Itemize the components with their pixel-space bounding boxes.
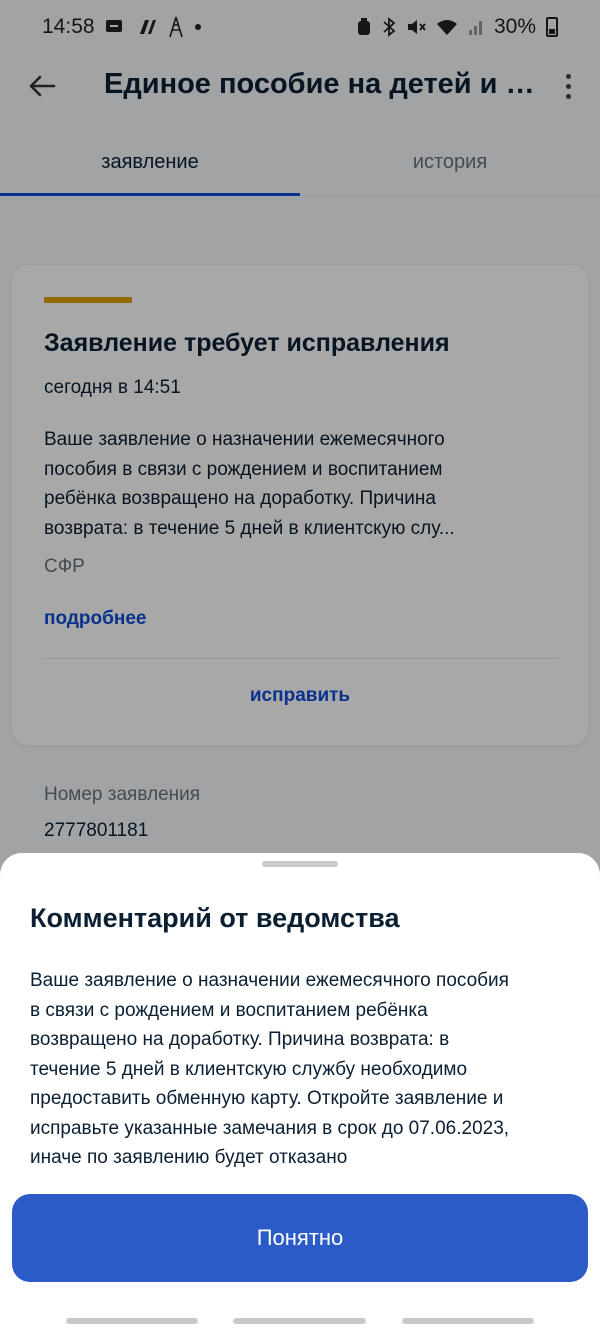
sheet-text-line: исправьте указанные замечания в срок до … [30,1117,510,1139]
ok-button[interactable]: Понятно [12,1194,588,1282]
sheet-comment-text: Ваше заявление о назначении ежемесячного… [30,966,575,1173]
sheet-text-line: в связи с рождением и воспитанием ребёнк… [30,999,428,1021]
nav-home-button[interactable] [233,1318,366,1324]
nav-recent-button[interactable] [66,1318,198,1324]
comment-bottom-sheet: Комментарий от ведомства Ваше заявление … [0,853,600,1332]
nav-back-button[interactable] [402,1318,534,1324]
sheet-text-line: течение 5 дней в клиентскую службу необх… [30,1058,468,1080]
sheet-text-line: возвращено на доработку. Причина возврат… [30,1029,450,1050]
sheet-text-line: иначе по заявлению будет отказано [30,1147,348,1168]
sheet-title: Комментарий от ведомства [30,903,400,933]
sheet-text-line: предоставить обменную карту. Откройте за… [30,1088,504,1109]
sheet-text-line: Ваше заявление о назначении ежемесячного… [30,970,509,991]
sheet-drag-handle[interactable] [262,861,338,867]
